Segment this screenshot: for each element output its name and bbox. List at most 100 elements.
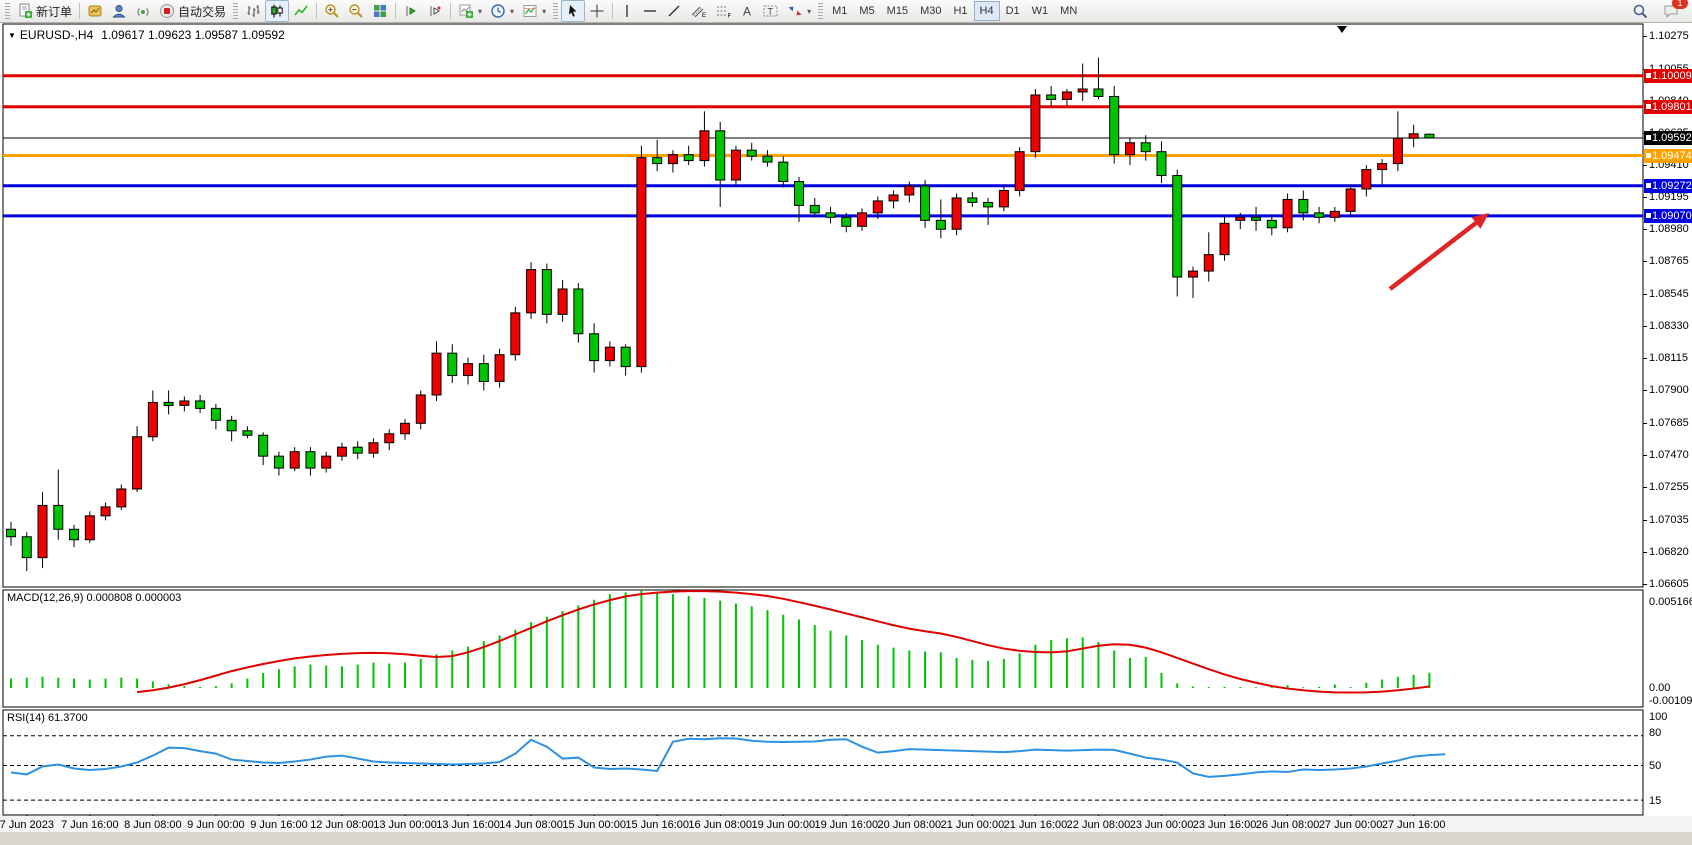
candle <box>1252 217 1261 220</box>
price-line-badge: 1.09272 <box>1644 179 1692 193</box>
price-tick-label: 1.07470 <box>1649 449 1689 461</box>
time-axis-label: 7 Jun 16:00 <box>61 819 119 831</box>
toolbar-grip[interactable] <box>233 3 238 19</box>
auto-scroll-button[interactable] <box>423 0 447 22</box>
equidistant-channel-button[interactable]: E <box>686 0 711 22</box>
candle <box>558 289 567 314</box>
text-button[interactable]: A <box>736 0 758 22</box>
template-button[interactable]: ▾ <box>518 0 550 22</box>
candlestick-chart-button[interactable] <box>265 0 289 22</box>
price-tick-label: 1.06820 <box>1649 546 1689 558</box>
candle <box>180 401 189 405</box>
time-axis-label: 21 Jun 00:00 <box>941 819 1005 831</box>
candle <box>243 431 252 435</box>
tile-windows-button[interactable] <box>368 0 392 22</box>
macd-axis-label: 0.005166 <box>1649 596 1692 608</box>
candle <box>574 289 583 334</box>
candle <box>38 505 47 557</box>
auto-scroll-icon <box>427 3 443 19</box>
rsi-axis-label: 15 <box>1649 795 1661 807</box>
separator <box>79 3 80 19</box>
candle <box>196 401 205 408</box>
candle <box>416 395 425 423</box>
candle <box>495 355 504 382</box>
candle <box>1236 217 1245 220</box>
time-axis-label: 12 Jun 08:00 <box>310 819 374 831</box>
chevron-down-icon: ▾ <box>542 7 546 16</box>
text-label-button[interactable]: T <box>758 0 783 22</box>
toolbar-grip[interactable] <box>818 3 823 19</box>
candle <box>1283 199 1292 227</box>
trendline-button[interactable] <box>662 0 686 22</box>
candle <box>211 408 220 420</box>
autotrading-button[interactable]: 自动交易 <box>155 0 230 22</box>
candle <box>1425 134 1434 138</box>
tab-timeframe-m5[interactable]: M5 <box>853 1 880 21</box>
cursor-button[interactable] <box>561 0 585 22</box>
time-axis-label: 13 Jun 16:00 <box>436 819 500 831</box>
candle <box>684 155 693 161</box>
price-line-badge: 1.09474 <box>1644 149 1692 163</box>
new-chart-button[interactable] <box>83 0 107 22</box>
template-icon <box>522 3 538 19</box>
arrows-button[interactable]: ▾ <box>783 0 815 22</box>
rsi-axis-label: 50 <box>1649 760 1661 772</box>
candle <box>779 162 788 181</box>
candle <box>873 201 882 213</box>
new-order-button[interactable]: 新订单 <box>13 0 76 22</box>
tab-timeframe-m15[interactable]: M15 <box>881 1 914 21</box>
notifications-button[interactable]: 1 <box>1659 0 1684 22</box>
tab-timeframe-m30[interactable]: M30 <box>914 1 947 21</box>
chart-canvas[interactable] <box>0 23 1692 832</box>
search-icon <box>1632 3 1649 20</box>
signals-button[interactable] <box>131 0 155 22</box>
chart-title[interactable]: ▼ EURUSD-,H4 1.09617 1.09623 1.09587 1.0… <box>8 28 285 42</box>
price-tick <box>1643 390 1647 391</box>
candle <box>1378 164 1387 170</box>
tab-timeframe-m1[interactable]: M1 <box>826 1 853 21</box>
candle <box>54 505 63 529</box>
candle <box>464 364 473 376</box>
candle <box>668 155 677 164</box>
bar-chart-button[interactable] <box>241 0 265 22</box>
price-tick <box>1643 165 1647 166</box>
fibonacci-button[interactable]: F <box>711 0 736 22</box>
toolbar-grip[interactable] <box>553 3 558 19</box>
price-tick-label: 1.08330 <box>1649 320 1689 332</box>
time-axis-label: 19 Jun 00:00 <box>751 819 815 831</box>
macd-axis-label: 0.00 <box>1649 682 1670 694</box>
candle <box>432 353 441 395</box>
crosshair-button[interactable] <box>585 0 609 22</box>
chevron-down-icon: ▾ <box>807 7 811 16</box>
price-tick <box>1643 294 1647 295</box>
shift-end-button[interactable] <box>399 0 423 22</box>
search-button[interactable] <box>1628 0 1653 22</box>
line-chart-button[interactable] <box>289 0 313 22</box>
zoom-in-button[interactable] <box>320 0 344 22</box>
time-axis-label: 26 Jun 08:00 <box>1256 819 1320 831</box>
vertical-line-button[interactable] <box>616 0 638 22</box>
add-indicator-button[interactable]: ▾ <box>454 0 486 22</box>
separator <box>395 3 396 19</box>
candle <box>653 158 662 164</box>
autotrading-icon <box>159 3 175 19</box>
profiles-button[interactable] <box>107 0 131 22</box>
candle <box>1267 220 1276 227</box>
tab-timeframe-mn[interactable]: MN <box>1054 1 1083 21</box>
tab-timeframe-h1[interactable]: H1 <box>947 1 973 21</box>
toolbar-grip[interactable] <box>5 3 10 19</box>
candle <box>637 158 646 367</box>
tab-timeframe-h4[interactable]: H4 <box>974 1 1000 21</box>
price-tick <box>1643 552 1647 553</box>
zoom-out-button[interactable] <box>344 0 368 22</box>
price-tick <box>1643 261 1647 262</box>
candle <box>952 198 961 229</box>
period-button[interactable]: ▾ <box>486 0 518 22</box>
price-tick-label: 1.09195 <box>1649 191 1689 203</box>
candle <box>1346 189 1355 211</box>
price-tick-label: 1.08115 <box>1649 352 1688 364</box>
horizontal-line-button[interactable] <box>638 0 662 22</box>
tab-timeframe-d1[interactable]: D1 <box>1000 1 1026 21</box>
macd-axis-label: -0.001095 <box>1649 695 1692 707</box>
tab-timeframe-w1[interactable]: W1 <box>1026 1 1055 21</box>
